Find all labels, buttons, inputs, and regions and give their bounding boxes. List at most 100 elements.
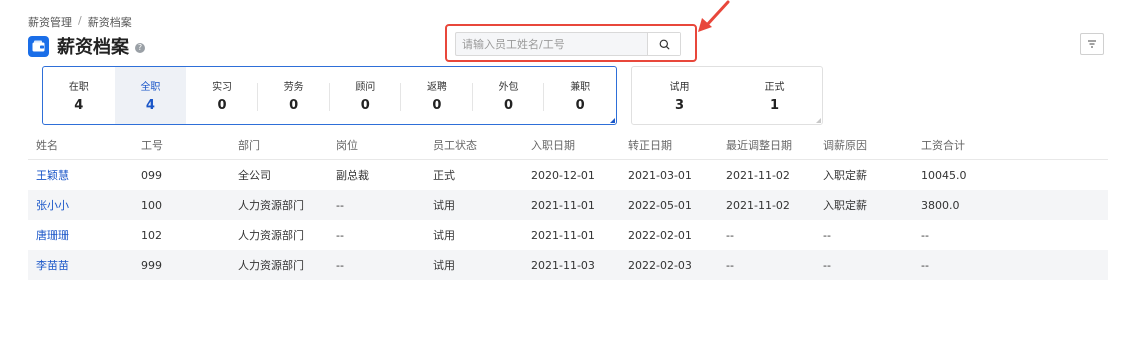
stat-value: 4	[74, 98, 84, 113]
table-cell: 试用	[433, 199, 455, 212]
column-header[interactable]: 调薪原因	[815, 137, 913, 153]
column-header[interactable]: 转正日期	[620, 137, 718, 153]
stat-label: 正式	[764, 82, 785, 93]
table-cell: --	[921, 258, 929, 272]
search-icon	[659, 39, 669, 49]
search-box	[455, 32, 681, 56]
stat-value: 0	[575, 98, 585, 113]
stat-label: 试用	[669, 82, 690, 93]
breadcrumb-parent[interactable]: 薪资管理	[28, 14, 72, 30]
stat-label: 兼职	[570, 82, 591, 93]
stat-card-guwen[interactable]: 顾问 0	[330, 67, 402, 124]
column-header[interactable]: 最近调整日期	[718, 137, 815, 153]
stat-value: 0	[360, 98, 370, 113]
table-cell: 100	[141, 198, 162, 212]
table-cell: 入职定薪	[823, 169, 867, 182]
table-header-row: 姓名 工号 部门 岗位 员工状态 入职日期 转正日期 最近调整日期 调薪原因 工…	[28, 130, 1108, 160]
table-cell: --	[823, 258, 831, 272]
stat-label: 外包	[498, 82, 519, 93]
stat-card-shixi[interactable]: 实习 0	[186, 67, 258, 124]
table-cell: 全公司	[238, 169, 271, 182]
table-cell: --	[921, 228, 929, 242]
column-header[interactable]: 入职日期	[523, 137, 620, 153]
stat-label: 在职	[68, 82, 89, 93]
table-cell: 2022-02-03	[628, 258, 692, 272]
column-header[interactable]: 工资合计	[913, 137, 1108, 153]
table-cell: 2021-11-03	[531, 258, 595, 272]
page-title: 薪资档案	[57, 37, 129, 58]
salary-table: 姓名 工号 部门 岗位 员工状态 入职日期 转正日期 最近调整日期 调薪原因 工…	[28, 130, 1108, 280]
table-cell: 人力资源部门	[238, 199, 304, 212]
table-cell: 试用	[433, 229, 455, 242]
column-header[interactable]: 岗位	[328, 137, 425, 153]
search-button[interactable]	[647, 33, 680, 55]
stat-value: 0	[217, 98, 227, 113]
table-cell: 2022-02-01	[628, 228, 692, 242]
table-row[interactable]: 唐珊珊 102 人力资源部门 -- 试用 2021-11-01 2022-02-…	[28, 220, 1108, 250]
table-cell: --	[336, 258, 344, 272]
stat-label: 返聘	[426, 82, 447, 93]
employee-name-link[interactable]: 唐珊珊	[28, 227, 133, 243]
breadcrumb-separator: /	[78, 14, 82, 27]
employee-name-link[interactable]: 王颖慧	[28, 167, 133, 183]
stat-label: 全职	[140, 82, 161, 93]
table-cell: 102	[141, 228, 162, 242]
table-cell: 人力资源部门	[238, 259, 304, 272]
filter-icon	[1088, 40, 1096, 48]
table-row[interactable]: 李苗苗 999 人力资源部门 -- 试用 2021-11-03 2022-02-…	[28, 250, 1108, 280]
stat-card-quanzhi[interactable]: 全职 4	[114, 67, 187, 124]
stat-value: 0	[504, 98, 514, 113]
table-cell: 10045.0	[921, 168, 967, 182]
table-row[interactable]: 王颖慧 099 全公司 副总裁 正式 2020-12-01 2021-03-01…	[28, 160, 1108, 190]
table-cell: 副总裁	[336, 169, 369, 182]
stat-value: 0	[289, 98, 299, 113]
breadcrumb: 薪资管理 / 薪资档案	[28, 14, 132, 30]
wallet-icon	[28, 35, 49, 57]
help-icon[interactable]: ?	[135, 43, 145, 53]
search-input[interactable]	[456, 33, 647, 55]
table-cell: 人力资源部门	[238, 229, 304, 242]
stat-value: 0	[432, 98, 442, 113]
employment-type-stats: 在职 4 全职 4 实习 0 劳务 0 顾问 0 返聘 0 外包 0 兼职 0	[42, 66, 617, 125]
employee-name-link[interactable]: 张小小	[28, 197, 133, 213]
stat-card-zhengshi[interactable]: 正式 1	[727, 67, 822, 124]
stat-card-fanpin[interactable]: 返聘 0	[401, 67, 473, 124]
resize-corner	[610, 118, 615, 123]
stat-label: 顾问	[355, 82, 376, 93]
table-cell: --	[726, 258, 734, 272]
filter-button[interactable]	[1080, 33, 1104, 55]
stat-label: 劳务	[283, 82, 304, 93]
column-header[interactable]: 员工状态	[425, 137, 523, 153]
employee-name-link[interactable]: 李苗苗	[28, 257, 133, 273]
table-cell: 2021-03-01	[628, 168, 692, 182]
table-cell: 2021-11-02	[726, 198, 790, 212]
stat-card-laowu[interactable]: 劳务 0	[258, 67, 330, 124]
table-row[interactable]: 张小小 100 人力资源部门 -- 试用 2021-11-01 2022-05-…	[28, 190, 1108, 220]
stat-card-zaizhi[interactable]: 在职 4	[43, 67, 115, 124]
table-cell: --	[336, 228, 344, 242]
table-cell: 2020-12-01	[531, 168, 595, 182]
column-header[interactable]: 工号	[133, 137, 230, 153]
table-cell: --	[336, 198, 344, 212]
table-cell: 099	[141, 168, 162, 182]
column-header[interactable]: 部门	[230, 137, 328, 153]
stat-value: 1	[769, 98, 780, 113]
stat-card-shiyong[interactable]: 试用 3	[632, 67, 727, 124]
table-cell: --	[823, 228, 831, 242]
column-header[interactable]: 姓名	[28, 137, 133, 153]
table-cell: 999	[141, 258, 162, 272]
breadcrumb-current: 薪资档案	[87, 16, 132, 29]
table-cell: 试用	[433, 259, 455, 272]
stat-card-waibao[interactable]: 外包 0	[473, 67, 545, 124]
table-cell: --	[726, 228, 734, 242]
table-cell: 入职定薪	[823, 199, 867, 212]
table-cell: 2021-11-02	[726, 168, 790, 182]
table-body: 王颖慧 099 全公司 副总裁 正式 2020-12-01 2021-03-01…	[28, 160, 1108, 280]
table-cell: 3800.0	[921, 198, 960, 212]
stat-value: 4	[145, 98, 155, 113]
page-header: 薪资档案 ?	[28, 33, 145, 59]
annotation-arrow-icon	[698, 0, 730, 32]
stat-value: 3	[674, 98, 685, 113]
stat-card-jianzhi[interactable]: 兼职 0	[544, 67, 616, 124]
table-cell: 2021-11-01	[531, 198, 595, 212]
